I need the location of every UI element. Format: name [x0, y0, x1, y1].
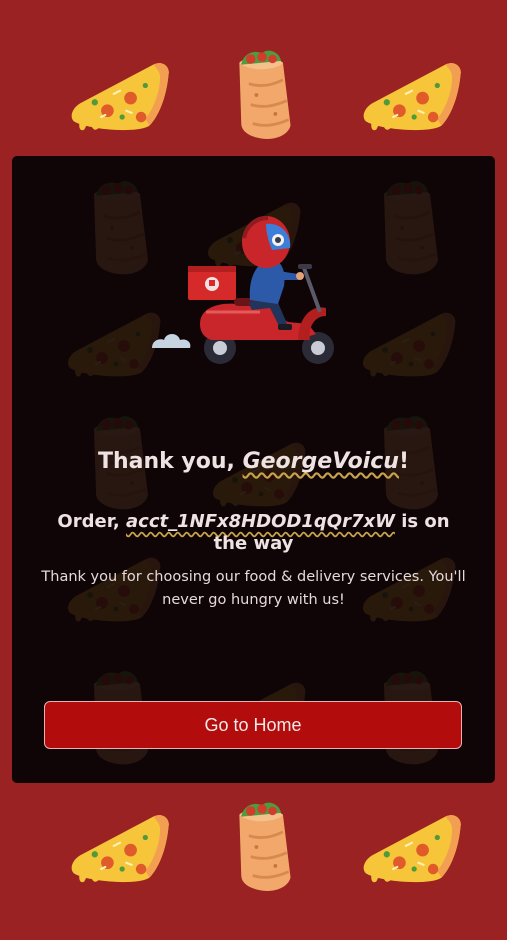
order-prefix: Order, — [57, 511, 127, 532]
delivery-scooter-illustration — [152, 216, 334, 364]
thank-you-message: Thank you for choosing our food & delive… — [41, 569, 466, 608]
burrito-icon — [237, 801, 292, 893]
thank-you-suffix: ! — [398, 449, 410, 474]
burrito-icon — [237, 49, 292, 141]
thank-you-prefix: Thank you, — [97, 449, 243, 474]
pizza-slice-icon — [362, 62, 462, 132]
pizza-slice-icon — [70, 62, 170, 132]
order-status-heading: Order, acct_1NFx8HDOD1qQr7xW is on the w… — [52, 511, 455, 555]
pizza-slice-icon — [70, 814, 170, 884]
order-id: acct_1NFx8HDOD1qQr7xW — [126, 511, 395, 532]
go-to-home-button[interactable]: Go to Home — [44, 701, 462, 749]
order-confirmation-card: Thank you, GeorgeVoicu! Order, acct_1NFx… — [12, 156, 495, 783]
username: GeorgeVoicu — [242, 449, 399, 474]
thank-you-heading: Thank you, GeorgeVoicu! — [12, 449, 495, 474]
pizza-slice-icon — [362, 814, 462, 884]
